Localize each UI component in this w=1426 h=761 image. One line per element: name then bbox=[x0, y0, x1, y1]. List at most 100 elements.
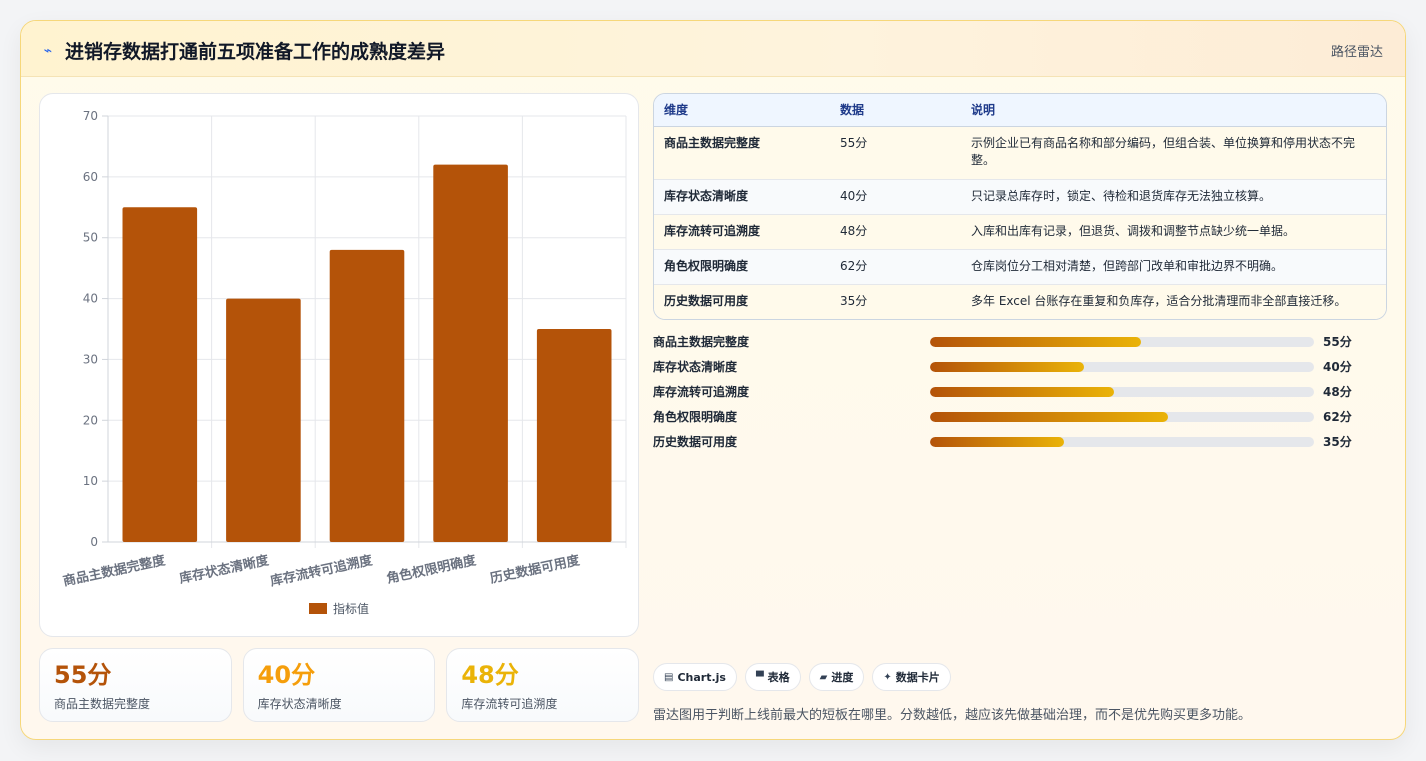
stat-cards: 55分 商品主数据完整度 40分 库存状态清晰度 48分 库存流转可追溯度 bbox=[39, 648, 640, 722]
progress-fill bbox=[930, 336, 1142, 347]
table-header-row: 维度 数据 说明 bbox=[654, 94, 1386, 127]
table-cell-data: 62分 bbox=[830, 249, 961, 285]
progress-label: 角色权限明确度 bbox=[653, 410, 738, 424]
progress-label: 历史数据可用度 bbox=[653, 435, 738, 449]
chip-label: 进度 bbox=[831, 671, 854, 684]
progress-value: 35分 bbox=[1323, 435, 1352, 449]
table-cell-dimension: 历史数据可用度 bbox=[654, 284, 830, 319]
bar-chart: 0 10 20 30 40 50 60 70 商品主数据完整度 库存状态清晰度库存流转可追溯度 角色… bbox=[62, 109, 627, 590]
bar bbox=[433, 164, 508, 542]
progress-label: 库存状态清晰度 bbox=[653, 360, 738, 374]
x-tick-label: 库存状态清晰度 bbox=[178, 552, 271, 587]
y-tick-label: 60 bbox=[83, 170, 98, 184]
table-cell-description: 示例企业已有商品名称和部分编码，但组合装、单位换算和停用状态不完整。 bbox=[961, 126, 1386, 180]
stat-card: 55分 商品主数据完整度 bbox=[39, 648, 232, 722]
progress-item: 库存状态清晰度 40分 bbox=[653, 354, 1387, 379]
table-row: 角色权限明确度 62分 仓库岗位分工相对清楚，但跨部门改单和审批边界不明确。 bbox=[654, 249, 1386, 285]
stat-card: 40分 库存状态清晰度 bbox=[242, 648, 436, 722]
header-tag: 路径雷达 bbox=[1330, 45, 1383, 60]
legend-swatch bbox=[308, 603, 327, 614]
stat-label: 商品主数据完整度 bbox=[54, 697, 151, 711]
progress-list: 商品主数据完整度 55分 库存状态清晰度 40分 库存流转可追溯度 48分 角色… bbox=[653, 329, 1387, 454]
stat-card: 48分 库存流转可追溯度 bbox=[446, 648, 640, 722]
bar bbox=[536, 329, 612, 542]
chip-data-card[interactable]: ✦ 数据卡片 bbox=[872, 663, 951, 691]
stat-label: 库存状态清晰度 bbox=[257, 697, 342, 711]
progress-value: 48分 bbox=[1323, 385, 1352, 399]
table-cell-description: 入库和出库有记录，但退货、调拨和调整节点缺少统一单据。 bbox=[961, 214, 1386, 250]
stat-value: 48分 bbox=[461, 661, 519, 689]
x-tick-label: 历史数据可用度 bbox=[489, 552, 582, 587]
progress-item: 商品主数据完整度 55分 bbox=[653, 329, 1387, 354]
chip-table[interactable]: ▀ 表格 bbox=[744, 663, 801, 691]
chart-line-icon: ⌁ bbox=[43, 42, 53, 59]
title-wrap: ⌁ 进销存数据打通前五项准备工作的成熟度差异 bbox=[41, 37, 445, 64]
progress-track bbox=[930, 411, 1314, 422]
progress-track bbox=[930, 361, 1314, 372]
y-tick-label: 50 bbox=[83, 231, 98, 245]
table-header-dimension: 维度 bbox=[654, 94, 830, 127]
progress-track bbox=[930, 436, 1314, 447]
progress-item: 角色权限明确度 62分 bbox=[653, 404, 1387, 429]
bar-chart-panel: 0 10 20 30 40 50 60 70 商品主数据完整度 库存状态清晰度 库存流转可追溯度 角色… bbox=[39, 93, 639, 637]
chip-label: 表格 bbox=[767, 671, 790, 684]
table-icon: ▀ bbox=[755, 671, 764, 683]
y-tick-label: 0 bbox=[90, 535, 98, 549]
table-cell-description: 仓库岗位分工相对清楚，但跨部门改单和审批边界不明确。 bbox=[961, 249, 1386, 285]
table-row: 商品主数据完整度 55分 示例企业已有商品名称和部分编码，但组合装、单位换算和停… bbox=[654, 126, 1386, 180]
x-tick-label: 库存流转可追溯度 bbox=[269, 552, 375, 589]
table-header-data: 数据 bbox=[830, 94, 961, 127]
table-cell-dimension: 商品主数据完整度 bbox=[654, 126, 830, 180]
y-tick-label: 30 bbox=[83, 352, 98, 366]
y-tick-label: 10 bbox=[83, 474, 98, 488]
data-table: 维度 数据 说明 商品主数据完整度 55分 示例企业已有商品名称和部分编码，但组… bbox=[654, 94, 1386, 319]
progress-icon: ▰ bbox=[819, 671, 828, 683]
progress-item: 库存流转可追溯度 48分 bbox=[653, 379, 1387, 404]
x-tick-label: 商品主数据完整度 bbox=[62, 552, 168, 589]
chip-progress[interactable]: ▰ 进度 bbox=[808, 663, 865, 691]
progress-fill bbox=[930, 411, 1169, 422]
y-tick-label: 70 bbox=[83, 109, 98, 123]
table-row: 库存状态清晰度 40分 只记录总库存时，锁定、待检和退货库存无法独立核算。 bbox=[654, 179, 1386, 215]
stat-value: 40分 bbox=[257, 661, 316, 689]
table-row: 库存流转可追溯度 48分 入库和出库有记录，但退货、调拨和调整节点缺少统一单据。 bbox=[654, 214, 1386, 250]
progress-value: 40分 bbox=[1323, 360, 1352, 374]
y-tick-label: 40 bbox=[83, 292, 98, 306]
x-tick-label: 角色权限明确度 bbox=[385, 552, 478, 587]
stat-label: 库存流转可追溯度 bbox=[461, 697, 558, 711]
page-title: 进销存数据打通前五项准备工作的成熟度差异 bbox=[65, 41, 446, 63]
stat-value: 55分 bbox=[54, 661, 112, 689]
footnote: 雷达图用于判断上线前最大的短板在哪里。分数越低，越应该先做基础治理，而不是优先购… bbox=[653, 708, 1252, 723]
progress-value: 55分 bbox=[1323, 335, 1352, 349]
chart-legend[interactable]: 指标值 bbox=[40, 600, 638, 617]
legend-label: 指标值 bbox=[332, 602, 369, 616]
y-tick-label: 20 bbox=[83, 413, 98, 427]
table-row: 历史数据可用度 35分 多年 Excel 台账存在重复和负库存，适合分批清理而非… bbox=[654, 284, 1386, 319]
main-card: ⌁ 进销存数据打通前五项准备工作的成熟度差异 路径雷达 0 10 20 30 40 50 6… bbox=[20, 20, 1406, 740]
table-cell-data: 48分 bbox=[830, 214, 961, 250]
chip-label: 数据卡片 bbox=[895, 671, 940, 684]
progress-item: 历史数据可用度 35分 bbox=[653, 429, 1387, 454]
chart-icon: ▤ bbox=[664, 671, 674, 683]
table-cell-description: 多年 Excel 台账存在重复和负库存，适合分批清理而非全部直接迁移。 bbox=[961, 284, 1386, 319]
progress-value: 62分 bbox=[1323, 410, 1352, 424]
progress-label: 商品主数据完整度 bbox=[653, 335, 750, 349]
chip-label: Chart.js bbox=[677, 670, 726, 684]
table-cell-dimension: 角色权限明确度 bbox=[654, 249, 830, 285]
bar bbox=[226, 298, 301, 542]
card-header: ⌁ 进销存数据打通前五项准备工作的成熟度差异 路径雷达 bbox=[21, 21, 1405, 77]
bar bbox=[122, 207, 198, 542]
table-cell-description: 只记录总库存时，锁定、待检和退货库存无法独立核算。 bbox=[961, 179, 1386, 215]
table-cell-data: 55分 bbox=[830, 126, 961, 180]
progress-fill bbox=[930, 386, 1115, 397]
table-header-description: 说明 bbox=[961, 94, 1386, 127]
table-cell-dimension: 库存流转可追溯度 bbox=[654, 214, 830, 250]
progress-label: 库存流转可追溯度 bbox=[653, 385, 750, 399]
chip-chartjs[interactable]: ▤ Chart.js bbox=[653, 663, 737, 691]
progress-fill bbox=[930, 436, 1065, 447]
progress-track bbox=[930, 336, 1314, 347]
progress-fill bbox=[930, 361, 1084, 372]
table-cell-data: 40分 bbox=[830, 179, 961, 215]
progress-track bbox=[930, 386, 1314, 397]
data-table-panel: 维度 数据 说明 商品主数据完整度 55分 示例企业已有商品名称和部分编码，但组… bbox=[653, 93, 1387, 320]
